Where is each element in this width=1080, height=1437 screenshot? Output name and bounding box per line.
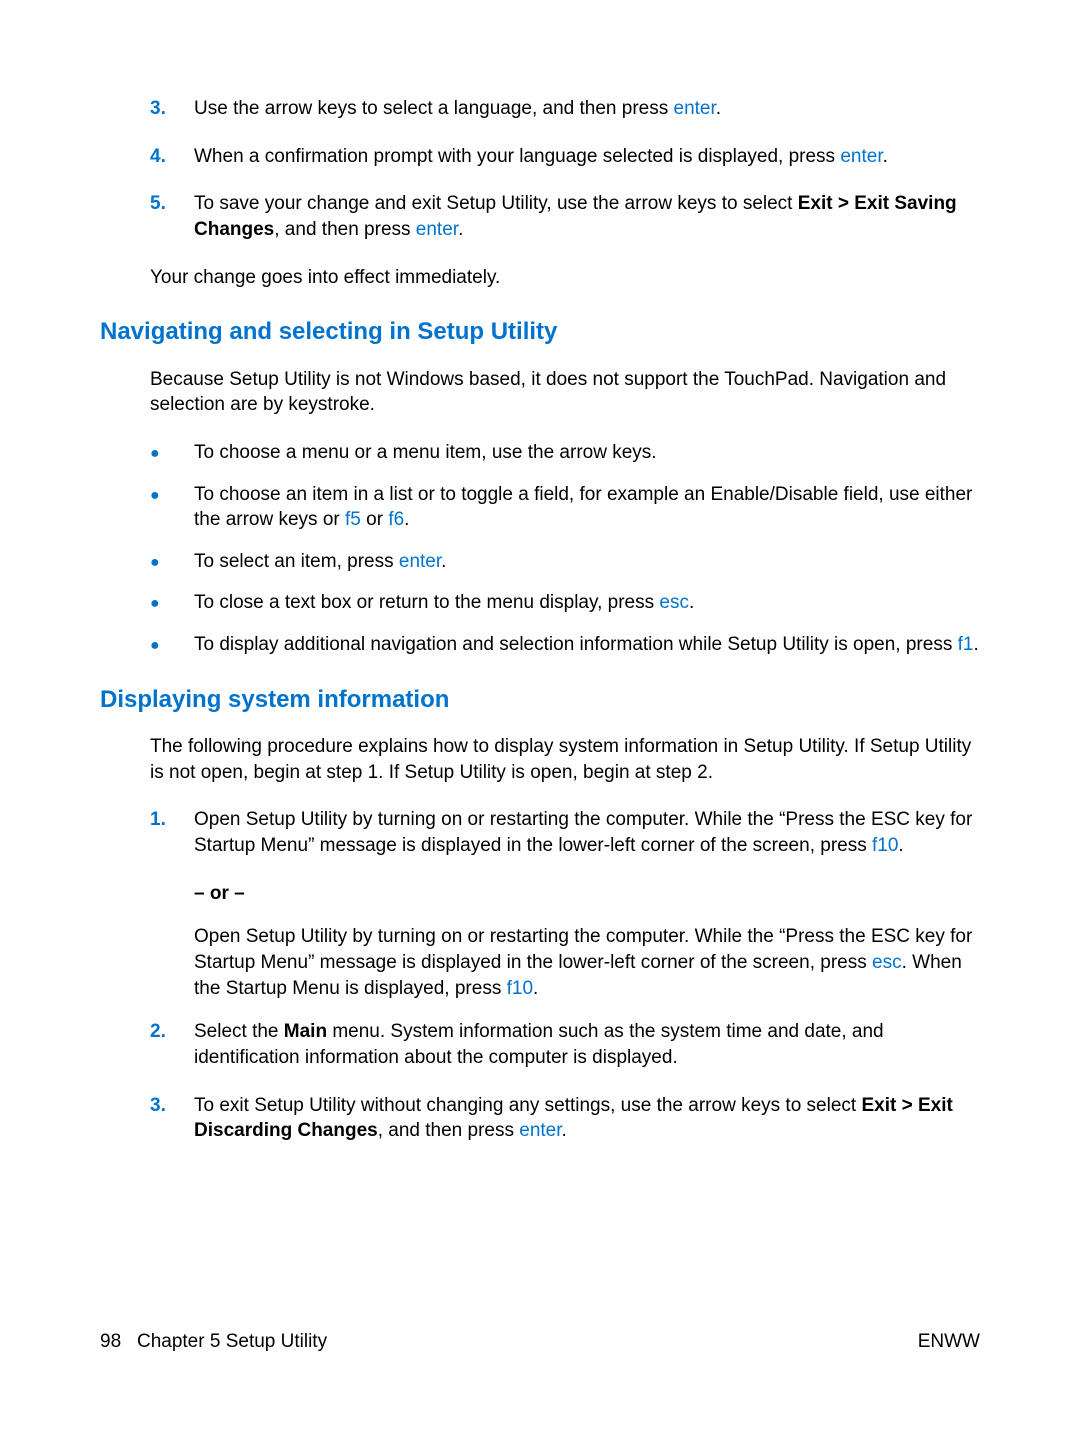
sys-step-1: 1. Open Setup Utility by turning on or r… <box>100 807 980 858</box>
key-enter: enter <box>840 146 882 167</box>
text: or <box>361 509 388 530</box>
step-body: Use the arrow keys to select a language,… <box>194 96 980 122</box>
nav-bullet-4: ● To close a text box or return to the m… <box>100 590 980 616</box>
bullet-icon: ● <box>100 440 194 466</box>
sys-intro: The following procedure explains how to … <box>100 734 980 785</box>
step-body: To exit Setup Utility without changing a… <box>194 1093 980 1144</box>
bullet-body: To choose an item in a list or to toggle… <box>194 482 980 533</box>
nav-bullet-3: ● To select an item, press enter. <box>100 549 980 575</box>
key-f1: f1 <box>958 634 974 655</box>
text: To exit Setup Utility without changing a… <box>194 1095 861 1116</box>
footer-left: 98 Chapter 5 Setup Utility <box>100 1329 327 1355</box>
step-body: Open Setup Utility by turning on or rest… <box>194 807 980 858</box>
bullet-body: To select an item, press enter. <box>194 549 980 575</box>
step-marker: 3. <box>100 96 194 122</box>
key-f10: f10 <box>507 978 533 999</box>
bullet-icon: ● <box>100 590 194 616</box>
key-enter: enter <box>519 1120 561 1141</box>
text: . <box>716 98 721 119</box>
step-marker: 3. <box>100 1093 194 1144</box>
heading-sysinfo: Displaying system information <box>100 684 980 716</box>
nav-bullet-5: ● To display additional navigation and s… <box>100 632 980 658</box>
text: To close a text box or return to the men… <box>194 592 659 613</box>
nav-bullet-2: ● To choose an item in a list or to togg… <box>100 482 980 533</box>
text: . <box>404 509 409 530</box>
text: . <box>883 146 888 167</box>
effect-line: Your change goes into effect immediately… <box>100 265 980 291</box>
content: 3. Use the arrow keys to select a langua… <box>100 96 980 1144</box>
chapter-label: Chapter 5 Setup Utility <box>137 1331 327 1352</box>
sys-step-3: 3. To exit Setup Utility without changin… <box>100 1093 980 1144</box>
nav-bullet-1: ● To choose a menu or a menu item, use t… <box>100 440 980 466</box>
page: 3. Use the arrow keys to select a langua… <box>0 0 1080 1437</box>
text: . <box>973 634 978 655</box>
text: To save your change and exit Setup Utili… <box>194 193 798 214</box>
step-marker: 1. <box>100 807 194 858</box>
text: , and then press <box>378 1120 520 1141</box>
step-5: 5. To save your change and exit Setup Ut… <box>100 191 980 242</box>
or-separator: – or – <box>100 881 980 907</box>
bullet-body: To display additional navigation and sel… <box>194 632 980 658</box>
sys-step-1-alt: Open Setup Utility by turning on or rest… <box>100 924 980 1001</box>
text: . <box>458 219 463 240</box>
text: . <box>441 551 446 572</box>
text: To display additional navigation and sel… <box>194 634 958 655</box>
menu-main: Main <box>284 1021 327 1042</box>
key-f5: f5 <box>345 509 361 530</box>
step-marker: 4. <box>100 144 194 170</box>
key-esc: esc <box>659 592 689 613</box>
text: . <box>562 1120 567 1141</box>
text: , and then press <box>274 219 416 240</box>
bullet-icon: ● <box>100 482 194 533</box>
text: Select the <box>194 1021 284 1042</box>
step-body: When a confirmation prompt with your lan… <box>194 144 980 170</box>
bullet-body: To choose a menu or a menu item, use the… <box>194 440 980 466</box>
text: . <box>533 978 538 999</box>
key-enter: enter <box>674 98 716 119</box>
key-f10: f10 <box>872 835 898 856</box>
step-body: Select the Main menu. System information… <box>194 1019 980 1070</box>
page-footer: 98 Chapter 5 Setup Utility ENWW <box>100 1329 980 1355</box>
text: Open Setup Utility by turning on or rest… <box>194 809 972 856</box>
key-esc: esc <box>872 952 902 973</box>
key-enter: enter <box>416 219 458 240</box>
bullet-icon: ● <box>100 632 194 658</box>
step-4: 4. When a confirmation prompt with your … <box>100 144 980 170</box>
page-number: 98 <box>100 1331 121 1352</box>
heading-navigating: Navigating and selecting in Setup Utilit… <box>100 316 980 348</box>
bullet-icon: ● <box>100 549 194 575</box>
bullet-body: To close a text box or return to the men… <box>194 590 980 616</box>
text: . <box>898 835 903 856</box>
text: When a confirmation prompt with your lan… <box>194 146 840 167</box>
text: To choose an item in a list or to toggle… <box>194 484 972 531</box>
or-text: – or – <box>194 883 245 904</box>
footer-right: ENWW <box>918 1329 980 1355</box>
step-marker: 2. <box>100 1019 194 1070</box>
step-3: 3. Use the arrow keys to select a langua… <box>100 96 980 122</box>
step-marker: 5. <box>100 191 194 242</box>
step-body: To save your change and exit Setup Utili… <box>194 191 980 242</box>
key-enter: enter <box>399 551 441 572</box>
key-f6: f6 <box>388 509 404 530</box>
text: . <box>689 592 694 613</box>
sys-step-2: 2. Select the Main menu. System informat… <box>100 1019 980 1070</box>
text: To select an item, press <box>194 551 399 572</box>
nav-intro: Because Setup Utility is not Windows bas… <box>100 367 980 418</box>
text: Open Setup Utility by turning on or rest… <box>194 926 972 973</box>
text: Use the arrow keys to select a language,… <box>194 98 674 119</box>
